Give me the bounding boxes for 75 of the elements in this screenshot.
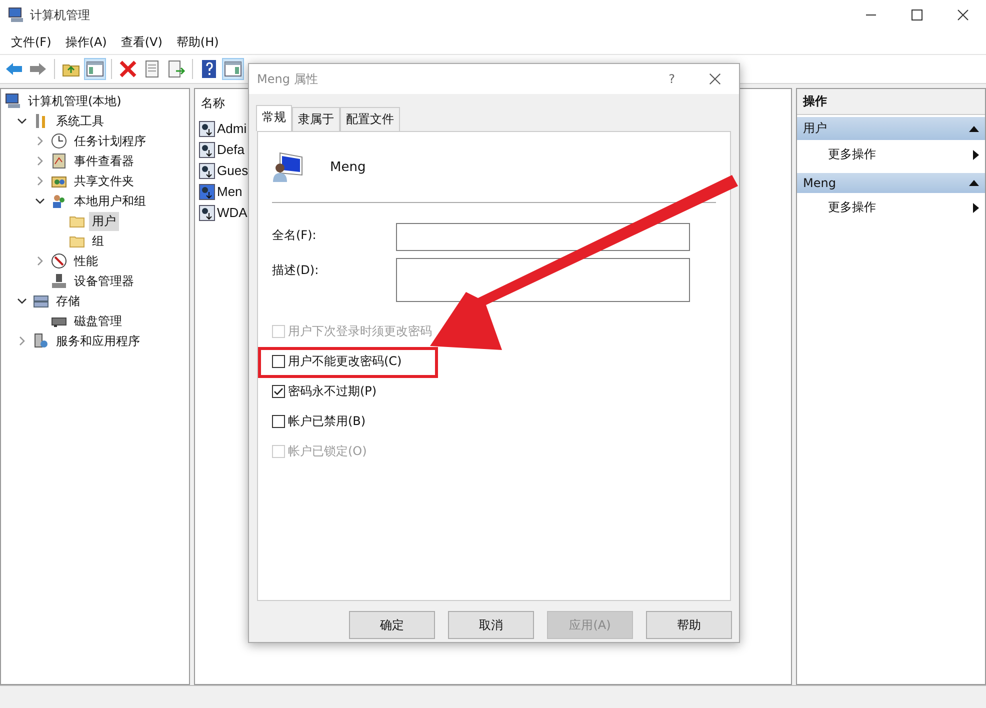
checked-checkbox[interactable] — [272, 384, 285, 398]
users-icon — [51, 193, 67, 209]
help-icon[interactable] — [199, 59, 219, 79]
tree-item[interactable]: 磁盘管理 — [71, 312, 125, 330]
collapsed-chevron-icon[interactable] — [35, 176, 45, 186]
actions-header: 操作 — [797, 89, 985, 115]
window-title: 计算机管理 — [30, 6, 90, 24]
field-label: 全名(F): — [272, 227, 318, 244]
collapsed-chevron-icon[interactable] — [35, 156, 45, 166]
checkbox[interactable] — [272, 354, 285, 368]
collapse-icon[interactable] — [969, 126, 979, 132]
tree-item[interactable]: 任务计划程序 — [71, 132, 149, 150]
tree-item[interactable]: 事件查看器 — [71, 152, 137, 170]
clock-icon — [51, 133, 67, 149]
dialog-button[interactable]: 确定 — [349, 611, 435, 639]
field-label: 描述(D): — [272, 262, 320, 279]
dialog-title: Meng 属性 — [257, 70, 318, 88]
log-icon — [51, 153, 67, 169]
tree-item[interactable]: 计算机管理(本地) — [25, 92, 124, 110]
user-name[interactable]: WDA — [217, 205, 248, 220]
checkbox-label[interactable]: 用户不能更改密码(C) — [288, 352, 402, 370]
collapsed-chevron-icon[interactable] — [35, 256, 45, 266]
user-name[interactable]: Men — [217, 184, 242, 199]
tree-item[interactable]: 服务和应用程序 — [53, 332, 143, 350]
full-name-field[interactable] — [396, 223, 690, 251]
user-name[interactable]: Gues — [217, 163, 248, 178]
action-item[interactable]: 更多操作 — [797, 193, 985, 222]
menu-item[interactable]: 查看(V) — [114, 34, 170, 50]
tree-item[interactable]: 共享文件夹 — [71, 172, 137, 190]
computer-icon — [8, 7, 24, 23]
checkbox-label[interactable]: 密码永不过期(P) — [288, 382, 377, 400]
tab[interactable]: 配置文件 — [340, 107, 400, 131]
user-name: Meng — [330, 160, 366, 174]
tree-item[interactable]: 存储 — [53, 292, 83, 310]
tree-item[interactable]: 本地用户和组 — [71, 192, 149, 210]
expanded-chevron-icon[interactable] — [35, 196, 45, 206]
collapsed-chevron-icon[interactable] — [17, 336, 27, 346]
collapsed-chevron-icon[interactable] — [35, 136, 45, 146]
action-item[interactable]: 更多操作 — [797, 140, 985, 169]
checkbox-label[interactable]: 帐户已禁用(B) — [288, 412, 366, 430]
user-name[interactable]: Defa — [217, 142, 244, 157]
user-computer-icon — [272, 151, 304, 183]
menu-item[interactable]: 帮助(H) — [169, 34, 226, 50]
services-icon — [33, 333, 49, 349]
menu-item[interactable]: 文件(F) — [4, 34, 58, 50]
tree-item[interactable]: 用户 — [89, 212, 119, 230]
help-button[interactable]: ? — [668, 72, 675, 86]
tab[interactable]: 常规 — [256, 105, 292, 131]
gauge-icon — [51, 253, 67, 269]
checkbox[interactable] — [272, 414, 285, 428]
action-section-header[interactable]: Meng — [797, 173, 985, 193]
tab[interactable]: 隶属于 — [292, 107, 340, 131]
tree-item[interactable]: 设备管理器 — [71, 272, 137, 290]
expanded-chevron-icon[interactable] — [17, 116, 27, 126]
expanded-chevron-icon[interactable] — [17, 296, 27, 306]
submenu-arrow-icon — [973, 202, 979, 212]
user-name[interactable]: Admi — [217, 121, 247, 136]
action-pane-icon[interactable] — [223, 59, 243, 79]
storage-icon — [33, 293, 49, 309]
tree-item[interactable]: 性能 — [71, 252, 101, 270]
action-section-header[interactable]: 用户 — [797, 117, 985, 140]
submenu-arrow-icon — [973, 150, 979, 160]
description-field[interactable] — [396, 258, 690, 302]
close-icon[interactable] — [709, 73, 721, 85]
menu-item[interactable]: 操作(A) — [58, 34, 114, 50]
device-icon — [51, 273, 67, 289]
computer-icon — [5, 93, 21, 109]
delete-icon[interactable] — [118, 59, 138, 79]
dialog-button[interactable]: 帮助 — [646, 611, 732, 639]
tree-item[interactable]: 组 — [89, 232, 107, 250]
console-tree-icon[interactable] — [85, 59, 105, 79]
tree-item[interactable]: 系统工具 — [53, 112, 107, 130]
collapse-icon[interactable] — [969, 180, 979, 186]
dialog-button[interactable]: 取消 — [448, 611, 534, 639]
export-icon[interactable] — [166, 59, 186, 79]
